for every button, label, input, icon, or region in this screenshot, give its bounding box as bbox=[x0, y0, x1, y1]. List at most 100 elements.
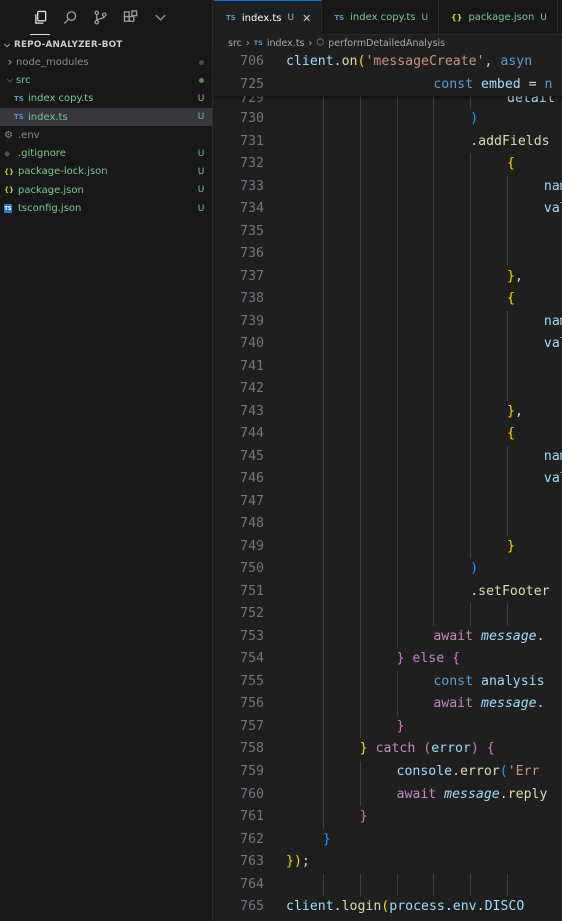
explorer-root-header[interactable]: ⌵ REPO-ANALYZER-BOT bbox=[0, 37, 212, 53]
code-token: on bbox=[341, 54, 358, 69]
breadcrumb-folder[interactable]: src bbox=[228, 38, 242, 49]
code-line[interactable]: 753 await message. bbox=[214, 625, 562, 649]
code-line[interactable]: 764 bbox=[214, 873, 562, 897]
code-line[interactable]: 765 client.login(process.env.DISCO bbox=[214, 896, 562, 919]
code-line[interactable]: 750) bbox=[214, 558, 562, 581]
code-line[interactable]: 746 val bbox=[214, 468, 562, 491]
code-line[interactable]: 748 bbox=[214, 513, 562, 536]
indent-guide bbox=[433, 535, 435, 559]
breadcrumb-symbol[interactable]: performDetailedAnalysis bbox=[328, 38, 445, 49]
code-token: client bbox=[286, 54, 334, 69]
code-line[interactable]: 739 nam bbox=[214, 310, 562, 334]
editor-tab[interactable]: {} package.json U bbox=[439, 0, 558, 35]
indent-guide bbox=[359, 873, 361, 897]
code-line[interactable]: 736 bbox=[214, 243, 562, 266]
indent-guide bbox=[433, 108, 435, 131]
tree-file[interactable]: ⚙ .env bbox=[0, 126, 212, 144]
code-editor[interactable]: 706 client.on('messageCreate', asyn 725 con… bbox=[214, 51, 562, 919]
indent-guide bbox=[359, 670, 361, 694]
code-line[interactable]: 758} catch (error) { bbox=[214, 738, 562, 761]
sticky-scroll-line[interactable]: 725 const embed = n bbox=[214, 73, 562, 97]
line-number: 706 bbox=[240, 54, 264, 69]
tree-folder[interactable]: › node_modules bbox=[0, 53, 212, 71]
line-number: 742 bbox=[240, 381, 264, 397]
code-token: { bbox=[486, 741, 495, 757]
indent-guide bbox=[359, 783, 361, 807]
code-line[interactable]: 754} else { bbox=[214, 648, 562, 671]
indent-guide bbox=[396, 513, 398, 536]
line-number: 752 bbox=[240, 606, 264, 622]
indent-guide bbox=[507, 445, 509, 469]
indent-guide bbox=[396, 468, 398, 491]
indent-guide bbox=[322, 108, 324, 131]
code-line[interactable]: 733 nam bbox=[214, 175, 562, 199]
indent-guide bbox=[359, 243, 361, 266]
close-icon[interactable]: ✕ bbox=[302, 12, 311, 25]
code-line[interactable]: 744 { bbox=[214, 423, 562, 446]
source-control-icon[interactable] bbox=[92, 10, 108, 26]
code-line[interactable]: 738 { bbox=[214, 288, 562, 311]
code-line[interactable]: 747 bbox=[214, 490, 562, 514]
indent-guide bbox=[396, 355, 398, 379]
indent-guide bbox=[322, 873, 324, 897]
tree-file[interactable]: {} package.json U bbox=[0, 181, 212, 199]
code-text: await message. bbox=[433, 626, 544, 649]
code-line[interactable]: 745 nam bbox=[214, 445, 562, 469]
indent-guide bbox=[322, 783, 324, 807]
code-line[interactable]: 735 bbox=[214, 220, 562, 244]
tree-item-label: tsconfig.json bbox=[18, 203, 82, 215]
code-line[interactable]: 762} bbox=[214, 829, 562, 852]
indent-guide bbox=[322, 96, 324, 109]
indent-guide bbox=[507, 490, 509, 514]
tree-file[interactable]: ◆ .gitignore U bbox=[0, 144, 212, 162]
indent-guide bbox=[322, 355, 324, 379]
code-line[interactable]: 751 .setFooter bbox=[214, 580, 562, 604]
code-token: await bbox=[396, 786, 445, 802]
breadcrumb-file[interactable]: index.ts bbox=[267, 38, 305, 49]
code-line[interactable]: 755 const analysis bbox=[214, 670, 562, 694]
code-line[interactable]: 756 await message. bbox=[214, 693, 562, 716]
explorer-icon[interactable] bbox=[30, 10, 50, 35]
code-line[interactable]: 763}); bbox=[214, 851, 562, 874]
code-line[interactable]: 734 val bbox=[214, 198, 562, 221]
indent-guide bbox=[322, 603, 324, 626]
indent-guide bbox=[433, 265, 435, 289]
line-number: 739 bbox=[240, 313, 264, 329]
code-line[interactable]: 757} bbox=[214, 715, 562, 739]
code-line[interactable]: 759 console.error('Err bbox=[214, 760, 562, 784]
code-line[interactable]: 743}, bbox=[214, 400, 562, 424]
code-line[interactable]: 760 await message.reply bbox=[214, 783, 562, 807]
code-line[interactable]: 740 val bbox=[214, 333, 562, 356]
line-number: 751 bbox=[240, 583, 264, 599]
indent-guide bbox=[433, 580, 435, 604]
tree-item-label: package-lock.json bbox=[18, 166, 108, 178]
code-line[interactable]: 737}, bbox=[214, 265, 562, 289]
sticky-scroll-line[interactable]: 706 client.on('messageCreate', asyn bbox=[214, 51, 562, 74]
indent-guide bbox=[396, 243, 398, 266]
code-line[interactable]: 742 bbox=[214, 378, 562, 401]
line-number: 757 bbox=[240, 718, 264, 734]
code-text: await message. bbox=[433, 693, 544, 716]
indent-guide bbox=[396, 175, 398, 199]
indent-guide bbox=[322, 648, 324, 671]
chevron-down-icon[interactable] bbox=[152, 10, 168, 26]
extensions-icon[interactable] bbox=[122, 10, 138, 26]
editor-tab[interactable]: TS index copy.ts U bbox=[322, 0, 440, 35]
editor-tab[interactable]: TS index.ts U ✕ bbox=[214, 0, 323, 35]
indent-guide bbox=[433, 220, 435, 244]
code-line[interactable]: 732 { bbox=[214, 153, 562, 176]
tree-folder[interactable]: ⌵ src bbox=[0, 71, 212, 89]
code-line[interactable]: 749} bbox=[214, 535, 562, 559]
tree-file[interactable]: {} package-lock.json U bbox=[0, 163, 212, 181]
tree-file[interactable]: TS tsconfig.json U bbox=[0, 199, 212, 217]
tree-file[interactable]: TS index copy.ts U bbox=[0, 90, 212, 108]
code-line[interactable]: 761} bbox=[214, 806, 562, 829]
search-icon[interactable] bbox=[62, 10, 78, 26]
line-number: 763 bbox=[240, 854, 264, 870]
code-line[interactable]: 731 .addFields bbox=[214, 130, 562, 154]
code-line[interactable]: 752 bbox=[214, 603, 562, 626]
tree-file[interactable]: TS index.ts U bbox=[0, 107, 212, 127]
code-line[interactable]: 729 detail bbox=[214, 96, 562, 109]
code-line[interactable]: 730) bbox=[214, 108, 562, 131]
code-line[interactable]: 741 bbox=[214, 355, 562, 379]
